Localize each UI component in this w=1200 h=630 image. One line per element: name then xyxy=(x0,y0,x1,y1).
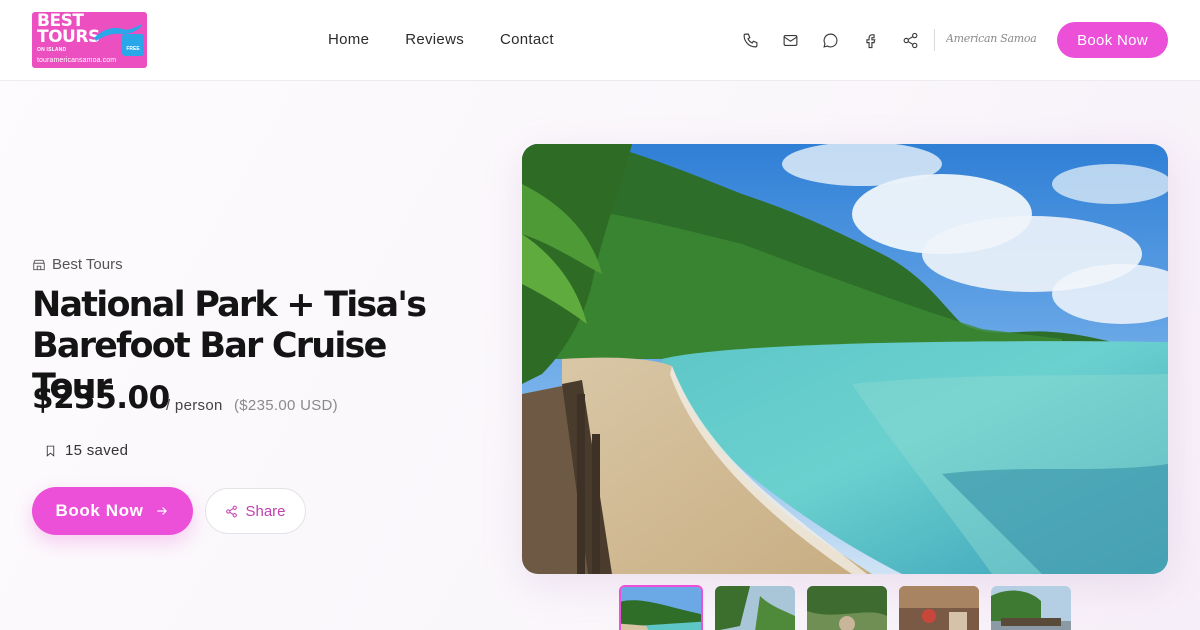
logo-line-2: TOURS xyxy=(37,27,100,47)
thumbnail-image xyxy=(807,586,887,630)
logo-line-3: ON ISLAND xyxy=(37,47,67,53)
nav-home[interactable]: Home xyxy=(328,31,369,48)
header-divider xyxy=(934,29,935,51)
mail-icon[interactable] xyxy=(780,30,800,50)
logo-url: touramericansamoa.com xyxy=(37,57,117,64)
thumbnail-4[interactable] xyxy=(899,586,979,630)
header-icon-group xyxy=(740,30,920,50)
book-now-button[interactable]: Book Now xyxy=(32,487,193,535)
book-now-label: Book Now xyxy=(55,501,144,520)
tour-price: $235.00 xyxy=(32,380,170,416)
thumbnail-1[interactable] xyxy=(619,585,703,630)
thumbnail-2[interactable] xyxy=(715,586,795,630)
thumbnail-3[interactable] xyxy=(807,586,887,630)
saved-count[interactable]: 15 saved xyxy=(44,442,128,459)
thumbnail-image xyxy=(899,586,979,630)
price-usd: ($235.00 USD) xyxy=(234,397,338,414)
site-header: BEST TOURS ON ISLAND FREE touramericansa… xyxy=(0,0,1200,81)
beach-scene-image xyxy=(522,144,1168,574)
facebook-icon[interactable] xyxy=(860,30,880,50)
share-label: Share xyxy=(245,502,286,520)
nav-reviews[interactable]: Reviews xyxy=(405,31,464,48)
thumbnail-image xyxy=(621,587,701,630)
store-icon xyxy=(33,259,45,270)
hero-image[interactable] xyxy=(522,144,1168,574)
arrow-right-icon xyxy=(157,507,168,515)
thumbnail-strip xyxy=(619,585,1071,630)
share-button[interactable]: Share xyxy=(205,488,306,534)
thumbnail-image xyxy=(991,586,1071,630)
partner-logo[interactable]: American Samoa xyxy=(946,32,1038,48)
chat-icon[interactable] xyxy=(820,30,840,50)
provider-tag[interactable]: Best Tours xyxy=(32,256,123,273)
header-book-button[interactable]: Book Now xyxy=(1057,22,1168,58)
nav-contact[interactable]: Contact xyxy=(500,31,554,48)
saved-count-label: 15 saved xyxy=(65,442,129,459)
thumbnail-image xyxy=(715,586,795,630)
share-icon[interactable] xyxy=(900,30,920,50)
brand-logo[interactable]: BEST TOURS ON ISLAND FREE touramericansa… xyxy=(32,12,147,68)
price-unit: / person xyxy=(166,397,223,414)
phone-icon[interactable] xyxy=(740,30,760,50)
share-icon xyxy=(226,505,238,517)
bookmark-icon xyxy=(46,445,55,457)
thumbnail-5[interactable] xyxy=(991,586,1071,630)
main-nav: Home Reviews Contact xyxy=(328,31,554,48)
provider-name: Best Tours xyxy=(52,256,123,273)
wifi-badge-label: FREE xyxy=(126,46,140,52)
partner-logo-text: American Samoa xyxy=(946,32,1037,45)
wifi-badge-icon: FREE xyxy=(122,34,144,56)
